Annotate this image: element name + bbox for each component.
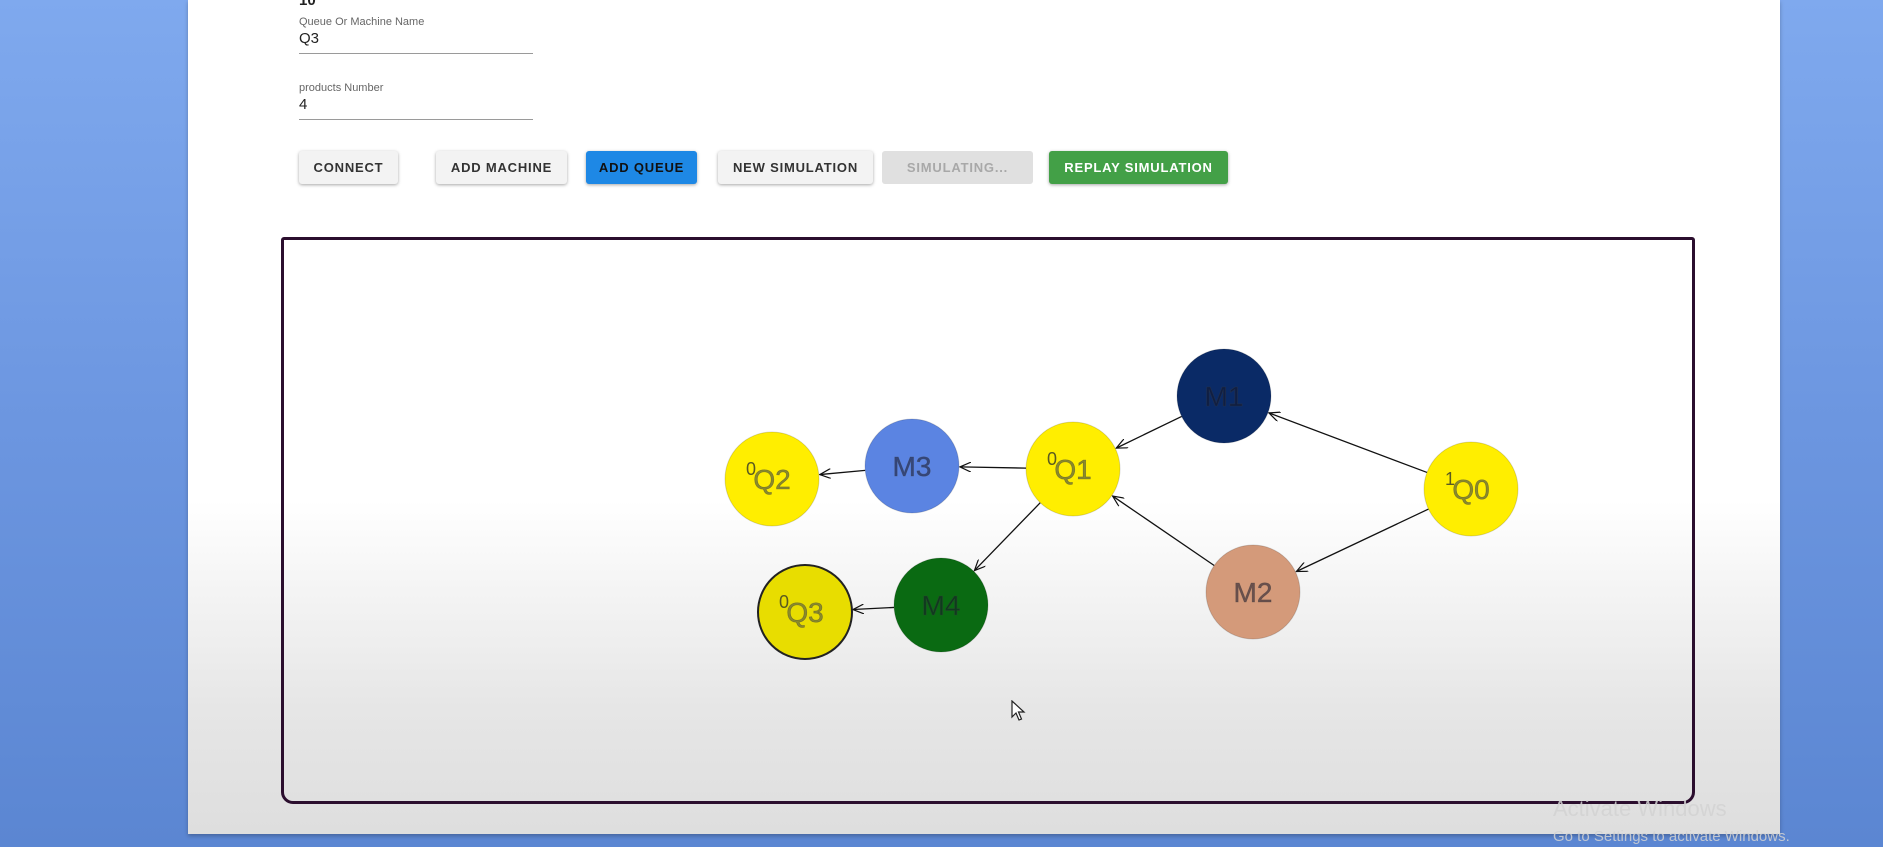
edge-m1-q1	[1116, 415, 1182, 448]
machine-node-m3[interactable]: M3	[864, 418, 960, 514]
node-label: M4	[922, 590, 961, 621]
node-product-count: 0	[779, 592, 789, 612]
windows-activation-watermark: Activate Windows	[1553, 796, 1727, 821]
queue-node-q1[interactable]: Q10	[1025, 421, 1121, 517]
edge-m2-q1	[1113, 496, 1215, 567]
node-label: Q3	[786, 597, 823, 628]
edge-m3-q2	[820, 470, 866, 474]
queue-node-q0[interactable]: Q01	[1423, 441, 1519, 537]
edge-q0-m1	[1269, 413, 1428, 474]
edge-m4-q3	[853, 607, 895, 609]
simulation-graph: M1Q01Q10M2M3Q20M4Q30	[724, 348, 1519, 660]
queue-node-q3[interactable]: Q30	[757, 564, 853, 660]
node-label: M3	[893, 451, 932, 482]
edge-q1-m3	[960, 467, 1027, 468]
edge-q1-m4	[974, 502, 1041, 571]
machine-node-m1[interactable]: M1	[1176, 348, 1272, 444]
machine-node-m4[interactable]: M4	[893, 557, 989, 653]
edge-q0-m2	[1296, 508, 1429, 571]
node-label: Q1	[1054, 454, 1091, 485]
mouse-cursor-icon	[1011, 699, 1027, 727]
node-product-count: 0	[1047, 449, 1057, 469]
node-product-count: 1	[1445, 469, 1455, 489]
queue-node-q2[interactable]: Q20	[724, 431, 820, 527]
node-label: Q0	[1452, 474, 1489, 505]
node-label: Q2	[753, 464, 790, 495]
node-label: M1	[1205, 381, 1244, 412]
machine-node-m2[interactable]: M2	[1205, 544, 1301, 640]
node-product-count: 0	[746, 459, 756, 479]
windows-activation-subtext: Go to Settings to activate Windows.	[1553, 828, 1790, 845]
node-label: M2	[1234, 577, 1273, 608]
